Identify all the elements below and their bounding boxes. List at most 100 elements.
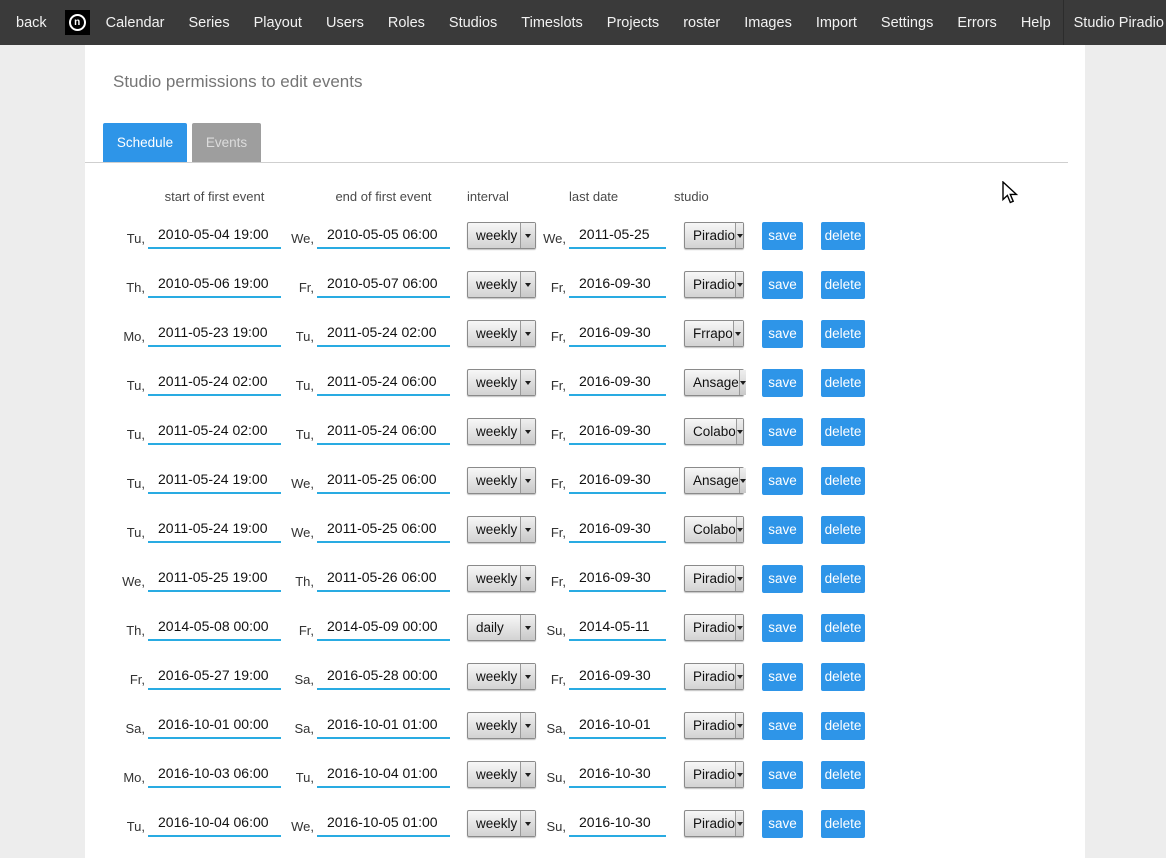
last-date-input[interactable] [569, 761, 666, 788]
start-of-first-event-input[interactable] [148, 614, 281, 641]
studio-nav-select[interactable]: Studio Piradio [1063, 0, 1166, 45]
end-of-first-event-input[interactable] [317, 810, 450, 837]
interval-select[interactable]: weekly [467, 712, 536, 739]
save-button[interactable]: save [762, 320, 803, 348]
delete-button[interactable]: delete [821, 516, 865, 544]
delete-button[interactable]: delete [821, 418, 865, 446]
last-date-input[interactable] [569, 418, 666, 445]
nav-item-roles[interactable]: Roles [376, 0, 437, 45]
end-of-first-event-input[interactable] [317, 761, 450, 788]
start-of-first-event-input[interactable] [148, 810, 281, 837]
last-date-input[interactable] [569, 810, 666, 837]
delete-button[interactable]: delete [821, 222, 865, 250]
interval-select[interactable]: daily [467, 614, 536, 641]
delete-button[interactable]: delete [821, 810, 865, 838]
radio-logo[interactable]: n [61, 0, 94, 45]
studio-select[interactable]: Colabo [684, 418, 744, 445]
studio-select[interactable]: Piradio [684, 810, 744, 837]
last-date-input[interactable] [569, 271, 666, 298]
nav-item-errors[interactable]: Errors [945, 0, 1008, 45]
interval-select[interactable]: weekly [467, 320, 536, 347]
tab-events[interactable]: Events [192, 123, 261, 162]
start-of-first-event-input[interactable] [148, 663, 281, 690]
nav-item-timeslots[interactable]: Timeslots [509, 0, 595, 45]
interval-select[interactable]: weekly [467, 369, 536, 396]
last-date-input[interactable] [569, 222, 666, 249]
save-button[interactable]: save [762, 712, 803, 740]
studio-select[interactable]: Piradio [684, 271, 744, 298]
interval-select[interactable]: weekly [467, 467, 536, 494]
last-date-input[interactable] [569, 369, 666, 396]
last-date-input[interactable] [569, 467, 666, 494]
last-date-input[interactable] [569, 614, 666, 641]
save-button[interactable]: save [762, 565, 803, 593]
studio-select[interactable]: Piradio [684, 712, 744, 739]
tab-schedule[interactable]: Schedule [103, 123, 187, 162]
end-of-first-event-input[interactable] [317, 712, 450, 739]
interval-select[interactable]: weekly [467, 663, 536, 690]
start-of-first-event-input[interactable] [148, 369, 281, 396]
save-button[interactable]: save [762, 222, 803, 250]
delete-button[interactable]: delete [821, 614, 865, 642]
end-of-first-event-input[interactable] [317, 565, 450, 592]
nav-item-settings[interactable]: Settings [869, 0, 945, 45]
start-of-first-event-input[interactable] [148, 222, 281, 249]
start-of-first-event-input[interactable] [148, 271, 281, 298]
studio-select[interactable]: Piradio [684, 614, 744, 641]
save-button[interactable]: save [762, 761, 803, 789]
start-of-first-event-input[interactable] [148, 320, 281, 347]
back-link[interactable]: back [0, 0, 61, 45]
save-button[interactable]: save [762, 810, 803, 838]
delete-button[interactable]: delete [821, 467, 865, 495]
save-button[interactable]: save [762, 663, 803, 691]
nav-item-images[interactable]: Images [732, 0, 804, 45]
nav-item-calendar[interactable]: Calendar [94, 0, 177, 45]
nav-item-playout[interactable]: Playout [242, 0, 314, 45]
delete-button[interactable]: delete [821, 663, 865, 691]
start-of-first-event-input[interactable] [148, 418, 281, 445]
nav-item-users[interactable]: Users [314, 0, 376, 45]
end-of-first-event-input[interactable] [317, 418, 450, 445]
studio-select[interactable]: Frrapo [684, 320, 744, 347]
end-of-first-event-input[interactable] [317, 369, 450, 396]
end-of-first-event-input[interactable] [317, 222, 450, 249]
studio-select[interactable]: Ansage [684, 467, 744, 494]
delete-button[interactable]: delete [821, 320, 865, 348]
last-date-input[interactable] [569, 663, 666, 690]
end-of-first-event-input[interactable] [317, 271, 450, 298]
nav-item-studios[interactable]: Studios [437, 0, 509, 45]
last-date-input[interactable] [569, 320, 666, 347]
save-button[interactable]: save [762, 614, 803, 642]
interval-select[interactable]: weekly [467, 418, 536, 445]
studio-select[interactable]: Piradio [684, 565, 744, 592]
studio-select[interactable]: Piradio [684, 222, 744, 249]
interval-select[interactable]: weekly [467, 516, 536, 543]
last-date-input[interactable] [569, 712, 666, 739]
end-of-first-event-input[interactable] [317, 467, 450, 494]
save-button[interactable]: save [762, 516, 803, 544]
start-of-first-event-input[interactable] [148, 467, 281, 494]
studio-select[interactable]: Ansage [684, 369, 744, 396]
save-button[interactable]: save [762, 271, 803, 299]
studio-select[interactable]: Colabo [684, 516, 744, 543]
interval-select[interactable]: weekly [467, 222, 536, 249]
end-of-first-event-input[interactable] [317, 663, 450, 690]
end-of-first-event-input[interactable] [317, 516, 450, 543]
delete-button[interactable]: delete [821, 761, 865, 789]
delete-button[interactable]: delete [821, 712, 865, 740]
interval-select[interactable]: weekly [467, 565, 536, 592]
last-date-input[interactable] [569, 565, 666, 592]
start-of-first-event-input[interactable] [148, 712, 281, 739]
save-button[interactable]: save [762, 418, 803, 446]
start-of-first-event-input[interactable] [148, 516, 281, 543]
interval-select[interactable]: weekly [467, 810, 536, 837]
last-date-input[interactable] [569, 516, 666, 543]
delete-button[interactable]: delete [821, 271, 865, 299]
studio-select[interactable]: Piradio [684, 761, 744, 788]
delete-button[interactable]: delete [821, 565, 865, 593]
delete-button[interactable]: delete [821, 369, 865, 397]
nav-item-help[interactable]: Help [1009, 0, 1063, 45]
save-button[interactable]: save [762, 369, 803, 397]
interval-select[interactable]: weekly [467, 761, 536, 788]
nav-item-import[interactable]: Import [804, 0, 869, 45]
